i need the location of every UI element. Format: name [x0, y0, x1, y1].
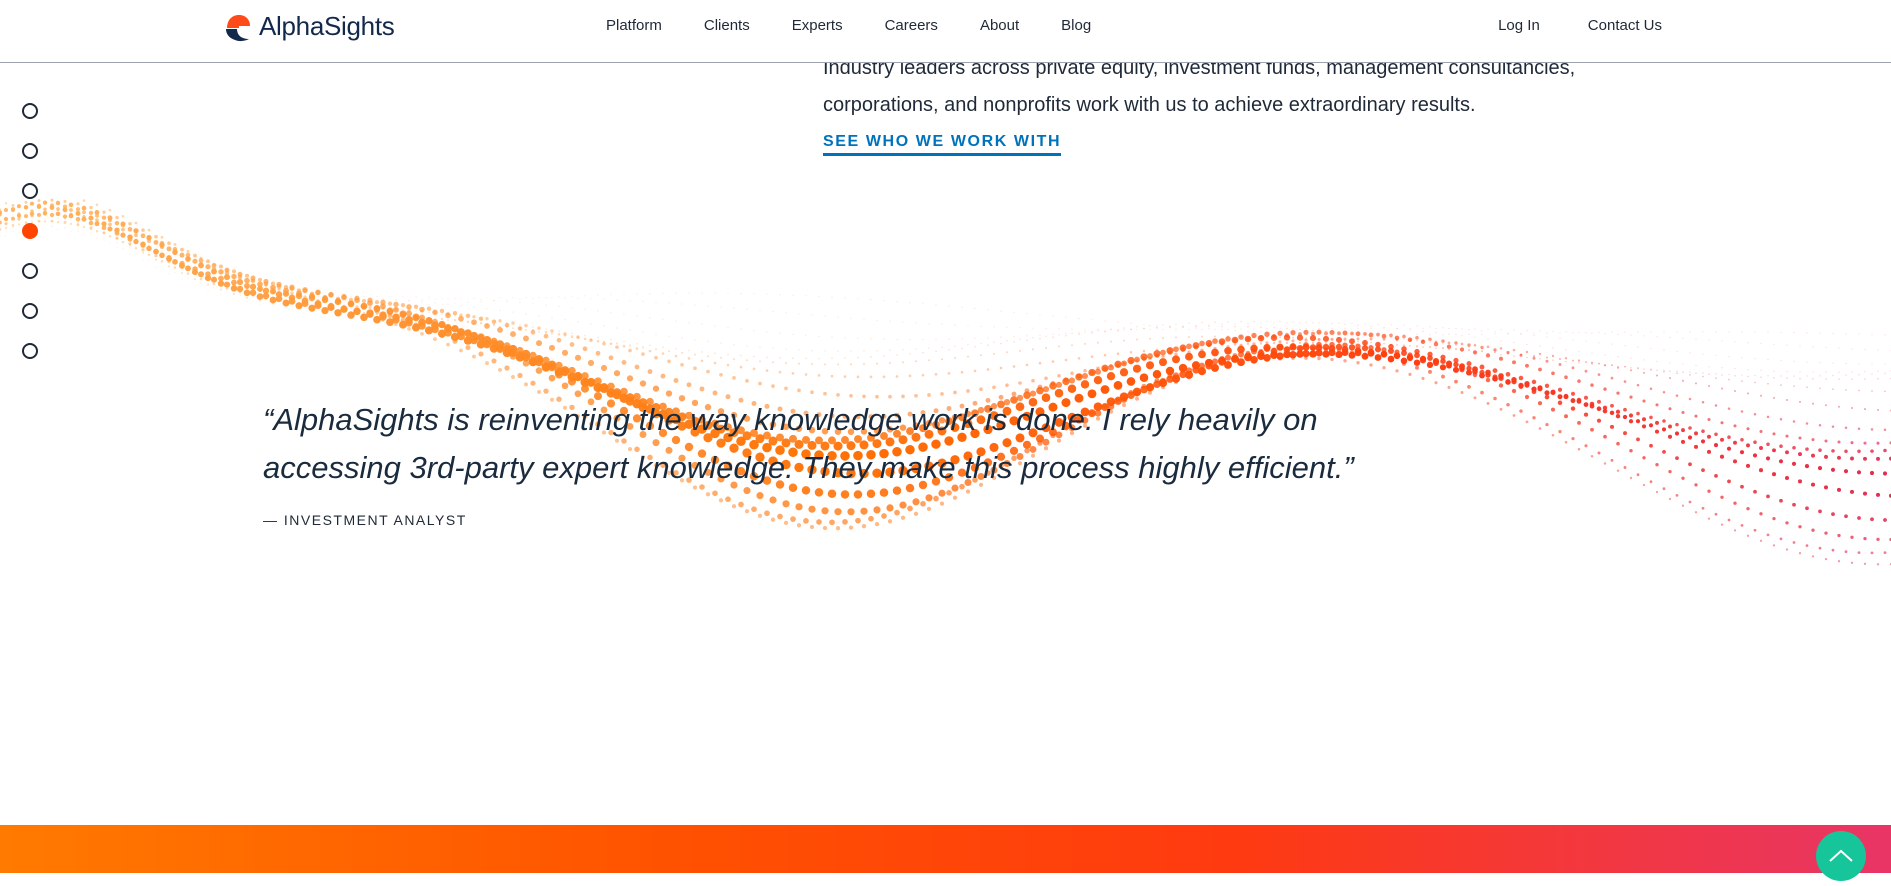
pager-dot[interactable] [22, 103, 38, 119]
testimonial-quote: “AlphaSights is reinventing the way know… [263, 402, 1354, 485]
pager-dot[interactable] [22, 143, 38, 159]
testimonial: “AlphaSights is reinventing the way know… [263, 396, 1413, 528]
nav-blog[interactable]: Blog [1061, 17, 1091, 34]
pager-dot[interactable] [22, 263, 38, 279]
nav-careers[interactable]: Careers [885, 17, 938, 34]
see-who-we-work-with-link[interactable]: SEE WHO WE WORK WITH [823, 133, 1062, 156]
alphasights-logo-icon [226, 14, 250, 41]
pager-dot[interactable] [22, 183, 38, 199]
intro-section: Industry leaders across private equity, … [823, 50, 1575, 156]
nav-clients[interactable]: Clients [704, 17, 750, 34]
nav-platform[interactable]: Platform [606, 17, 662, 34]
nav-experts[interactable]: Experts [792, 17, 843, 34]
testimonial-author: — INVESTMENT ANALYST [263, 512, 467, 528]
pager-dot[interactable] [22, 303, 38, 319]
login-link[interactable]: Log In [1498, 17, 1540, 34]
section-pager [22, 103, 38, 383]
main-nav: Platform Clients Experts Careers About B… [606, 17, 1133, 34]
header-actions: Log In Contact Us [1450, 17, 1662, 34]
nav-about[interactable]: About [980, 17, 1019, 34]
pager-dot[interactable] [22, 223, 38, 239]
contact-link[interactable]: Contact Us [1588, 17, 1662, 34]
site-header: AlphaSights Platform Clients Experts Car… [0, 0, 1891, 63]
logo[interactable]: AlphaSights [223, 11, 395, 42]
footer-gradient-band [0, 825, 1891, 873]
brand-name: AlphaSights [259, 11, 395, 41]
intro-text-line-2: corporations, and nonprofits work with u… [823, 94, 1476, 116]
pager-dot[interactable] [22, 343, 38, 359]
chevron-up-icon [1829, 849, 1853, 862]
scroll-to-top-button[interactable] [1816, 831, 1866, 881]
